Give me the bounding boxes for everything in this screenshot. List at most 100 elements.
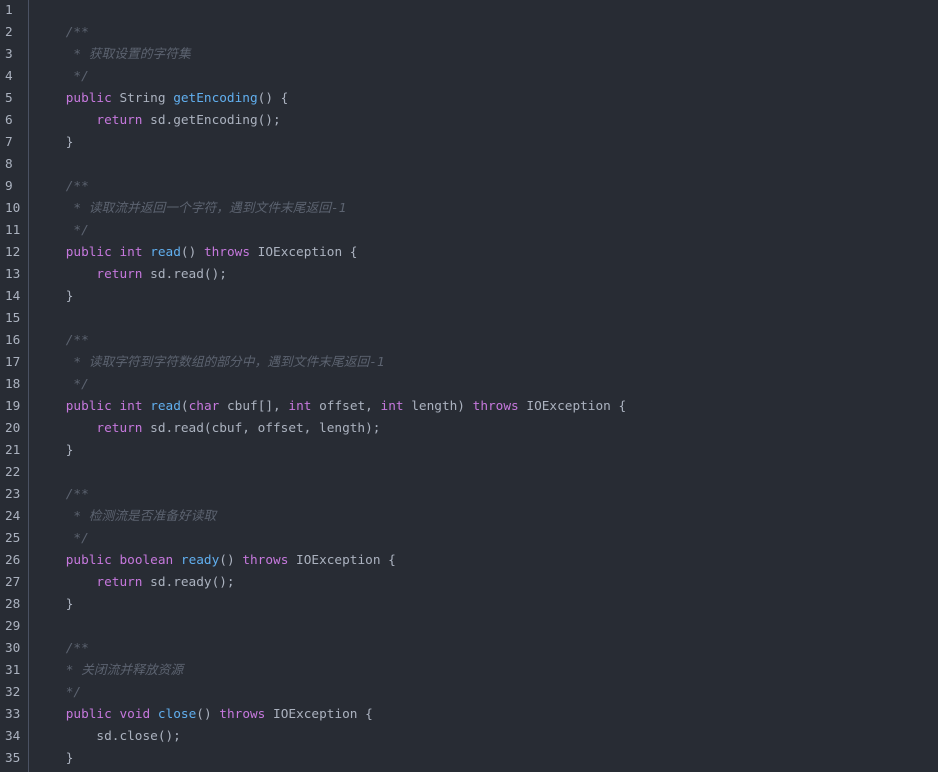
line-number: 18 bbox=[5, 377, 21, 392]
function-token: read bbox=[150, 245, 181, 260]
code-line: 10 * 读取流并返回一个字符，遇到文件末尾返回-1 bbox=[0, 198, 938, 220]
keyword-token: int bbox=[119, 399, 143, 414]
keyword-token: return bbox=[96, 575, 143, 590]
code-text: */ bbox=[28, 374, 89, 396]
code-line: 35 } bbox=[0, 748, 938, 770]
comment-token: */ bbox=[65, 531, 89, 546]
code-text: return sd.read(cbuf, offset, length); bbox=[28, 418, 380, 440]
line-number: 29 bbox=[5, 619, 21, 634]
code-line: 32 */ bbox=[0, 682, 938, 704]
comment-token: * 检测流是否准备好读取 bbox=[65, 509, 217, 524]
text-token: String bbox=[111, 91, 174, 106]
code-text: public void close() throws IOException { bbox=[28, 704, 373, 726]
line-number: 8 bbox=[5, 157, 13, 172]
line-number: 7 bbox=[5, 135, 13, 150]
keyword-token: throws bbox=[472, 399, 519, 414]
code-line: 29 bbox=[0, 616, 938, 638]
keyword-token: char bbox=[188, 399, 220, 414]
comment-token: /** bbox=[65, 179, 89, 194]
text-token: } bbox=[35, 597, 74, 612]
code-text: /** bbox=[28, 330, 89, 352]
code-text: /** bbox=[28, 176, 89, 198]
keyword-token: return bbox=[96, 267, 143, 282]
code-text: sd.close(); bbox=[28, 726, 180, 748]
code-line: 26 public boolean ready() throws IOExcep… bbox=[0, 550, 938, 572]
text-token: } bbox=[35, 751, 74, 766]
comment-token: */ bbox=[65, 69, 89, 84]
line-number: 1 bbox=[5, 3, 13, 18]
keyword-token: int bbox=[380, 399, 404, 414]
code-line: 16 /** bbox=[0, 330, 938, 352]
line-number: 13 bbox=[5, 267, 21, 282]
text-token: IOException { bbox=[265, 707, 373, 722]
code-text: } bbox=[28, 440, 74, 462]
line-number: 25 bbox=[5, 531, 21, 546]
keyword-token: boolean bbox=[119, 553, 174, 568]
text-token: } bbox=[35, 135, 74, 150]
code-line: 28 } bbox=[0, 594, 938, 616]
code-line: 12 public int read() throws IOException … bbox=[0, 242, 938, 264]
keyword-token: throws bbox=[242, 553, 289, 568]
code-line: 7 } bbox=[0, 132, 938, 154]
code-line: 33 public void close() throws IOExceptio… bbox=[0, 704, 938, 726]
keyword-token: public bbox=[65, 399, 112, 414]
function-token: read bbox=[150, 399, 181, 414]
code-text: return sd.ready(); bbox=[28, 572, 234, 594]
line-number: 32 bbox=[5, 685, 21, 700]
comment-token: * 获取设置的字符集 bbox=[65, 47, 191, 62]
keyword-token: public bbox=[65, 245, 112, 260]
code-text: * 关闭流并释放资源 bbox=[28, 660, 183, 682]
line-number: 31 bbox=[5, 663, 21, 678]
text-token: } bbox=[35, 443, 74, 458]
text-token: IOException { bbox=[288, 553, 396, 568]
code-text: */ bbox=[28, 682, 81, 704]
text-token: () bbox=[196, 707, 220, 722]
code-text: * 检测流是否准备好读取 bbox=[28, 506, 216, 528]
code-line: 17 * 读取字符到字符数组的部分中，遇到文件末尾返回-1 bbox=[0, 352, 938, 374]
keyword-token: throws bbox=[219, 707, 266, 722]
code-text: * 读取流并返回一个字符，遇到文件末尾返回-1 bbox=[28, 198, 346, 220]
line-number: 15 bbox=[5, 311, 21, 326]
line-number: 12 bbox=[5, 245, 21, 260]
code-text: * 读取字符到字符数组的部分中，遇到文件末尾返回-1 bbox=[28, 352, 384, 374]
line-number: 6 bbox=[5, 113, 13, 128]
code-text: /** bbox=[28, 638, 89, 660]
text-token: sd.read(); bbox=[142, 267, 227, 282]
code-viewer: 12 /** 3 * 获取设置的字符集 4 */5 public String ge… bbox=[0, 0, 938, 772]
keyword-token: public bbox=[65, 553, 112, 568]
line-number: 26 bbox=[5, 553, 21, 568]
comment-token: */ bbox=[65, 377, 89, 392]
code-line: 24 * 检测流是否准备好读取 bbox=[0, 506, 938, 528]
line-number: 5 bbox=[5, 91, 13, 106]
text-token: () { bbox=[257, 91, 289, 106]
code-line: 4 */ bbox=[0, 66, 938, 88]
text-token: offset, bbox=[311, 399, 381, 414]
line-number: 22 bbox=[5, 465, 21, 480]
line-number: 28 bbox=[5, 597, 21, 612]
comment-token: * 关闭流并释放资源 bbox=[65, 663, 184, 678]
line-number: 11 bbox=[5, 223, 21, 238]
line-number: 21 bbox=[5, 443, 21, 458]
comment-token: /** bbox=[65, 25, 89, 40]
code-line: 6 return sd.getEncoding(); bbox=[0, 110, 938, 132]
line-number: 16 bbox=[5, 333, 21, 348]
code-text: */ bbox=[28, 528, 89, 550]
function-token: getEncoding bbox=[173, 91, 258, 106]
